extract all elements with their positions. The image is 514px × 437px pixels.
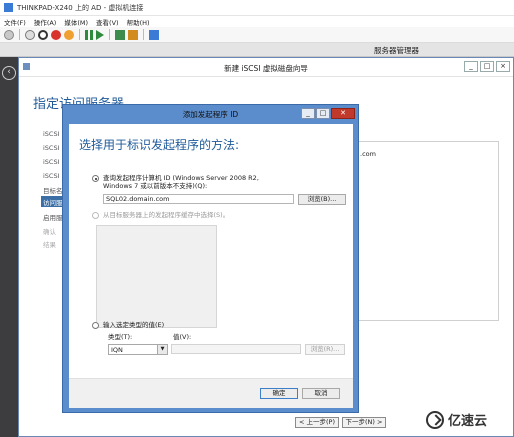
value-label: 值(V):: [173, 333, 192, 341]
ok-button[interactable]: 确定: [260, 388, 298, 399]
vm-window-title: THINKPAD-X240 上的 AD - 虚拟机连接: [17, 3, 144, 12]
enhanced-session-icon[interactable]: [149, 29, 159, 40]
vm-titlebar: THINKPAD-X240 上的 AD - 虚拟机连接: [0, 0, 514, 16]
type-select[interactable]: IQN ▼: [108, 344, 168, 355]
nav-item-iscsi-4[interactable]: iSCSI: [43, 172, 60, 180]
dialog-maximize-button[interactable]: □: [316, 108, 330, 119]
chevron-down-icon[interactable]: ▼: [157, 345, 167, 354]
list-item-text: .com: [360, 150, 376, 158]
vm-menubar: 文件(F) 操作(A) 媒体(M) 查看(V) 帮助(H): [0, 16, 514, 27]
initiator-cache-label: 从目标服务器上的发起程序缓存中选择(S)。: [103, 211, 230, 219]
menu-view[interactable]: 查看(V): [96, 17, 119, 27]
browse-computer-button[interactable]: 浏览(B)...: [298, 194, 346, 205]
nav-item-iscsi-1[interactable]: iSCSI: [43, 130, 60, 138]
menu-action[interactable]: 操作(A): [34, 17, 57, 27]
value-input[interactable]: [171, 344, 301, 354]
type-label: 类型(T):: [108, 333, 133, 341]
add-initiator-dialog: 添加发起程序 ID _ □ ✕ 选择用于标识发起程序的方法: 查询发起程序计算机…: [62, 104, 359, 413]
computer-id-input[interactable]: SQL02.domain.com: [103, 194, 294, 204]
nav-item-target-name[interactable]: 目标名: [43, 185, 63, 195]
nav-item-access-servers-label: 访问服: [43, 199, 63, 207]
wizard-titlebar: 新建 iSCSI 虚拟磁盘向导 _ □ ×: [19, 58, 513, 77]
start-icon[interactable]: [25, 29, 35, 40]
server-manager-titlebar: 服务器管理器: [0, 43, 514, 57]
server-manager-title: 服务器管理器: [374, 46, 419, 55]
query-computer-radio[interactable]: [92, 175, 99, 182]
ctrl-alt-del-icon[interactable]: [4, 29, 14, 40]
type-select-value: IQN: [111, 346, 123, 354]
previous-button[interactable]: < 上一步(P): [295, 417, 339, 428]
menu-file[interactable]: 文件(F): [4, 17, 26, 27]
toolbar-divider: [79, 29, 80, 40]
nav-item-confirm: 确认: [43, 228, 56, 236]
wizard-title: 新建 iSCSI 虚拟磁盘向导: [224, 64, 308, 73]
checkpoint-icon[interactable]: [115, 29, 125, 40]
turn-off-icon[interactable]: [38, 29, 48, 40]
watermark: 亿速云: [426, 410, 487, 429]
nav-item-iscsi-3[interactable]: iSCSI: [43, 158, 60, 166]
save-icon[interactable]: [64, 29, 74, 40]
dialog-close-button[interactable]: ✕: [331, 108, 355, 119]
menu-media[interactable]: 媒体(M): [64, 17, 88, 27]
nav-item-iscsi-2[interactable]: iSCSI: [43, 144, 60, 152]
cancel-button[interactable]: 取消: [302, 388, 340, 399]
watermark-text: 亿速云: [448, 414, 488, 429]
initiator-cache-list: [96, 225, 217, 328]
pause-icon[interactable]: [85, 29, 93, 40]
maximize-button[interactable]: □: [480, 61, 494, 72]
initiator-cache-radio[interactable]: [92, 212, 99, 219]
next-button[interactable]: 下一步(N) >: [342, 417, 386, 428]
close-button[interactable]: ×: [496, 61, 510, 72]
play-icon[interactable]: [96, 29, 104, 40]
toolbar-divider: [143, 29, 144, 40]
browse-value-button[interactable]: 浏览(R)...: [305, 344, 345, 355]
dialog-body: 选择用于标识发起程序的方法: 查询发起程序计算机 ID (Windows Ser…: [69, 124, 353, 408]
dialog-heading: 选择用于标识发起程序的方法:: [79, 138, 240, 152]
toolbar-divider: [109, 29, 110, 40]
nav-item-enable-services[interactable]: 启用服: [43, 212, 63, 222]
minimize-button[interactable]: _: [464, 61, 478, 72]
menu-help[interactable]: 帮助(H): [127, 17, 150, 27]
enter-value-radio[interactable]: [92, 322, 99, 329]
nav-item-results: 结果: [43, 241, 56, 249]
revert-icon[interactable]: [128, 29, 138, 40]
dialog-minimize-button[interactable]: _: [301, 108, 315, 119]
toolbar-divider: [19, 29, 20, 40]
vm-toolbar: [0, 27, 514, 43]
back-arrow-icon[interactable]: ‹: [2, 66, 16, 80]
dialog-button-bar: 确定 取消: [69, 378, 353, 408]
query-computer-label-2: Windows 7 或以前版本不支持)(Q):: [103, 182, 208, 190]
watermark-logo-icon: [426, 410, 444, 429]
enter-value-label: 输入选定类型的值(E): [103, 321, 165, 329]
server-manager-sidebar: [0, 57, 18, 437]
vm-app-icon: [4, 3, 13, 12]
shutdown-icon[interactable]: [51, 29, 61, 40]
query-computer-label-1: 查询发起程序计算机 ID (Windows Server 2008 R2,: [103, 174, 259, 182]
